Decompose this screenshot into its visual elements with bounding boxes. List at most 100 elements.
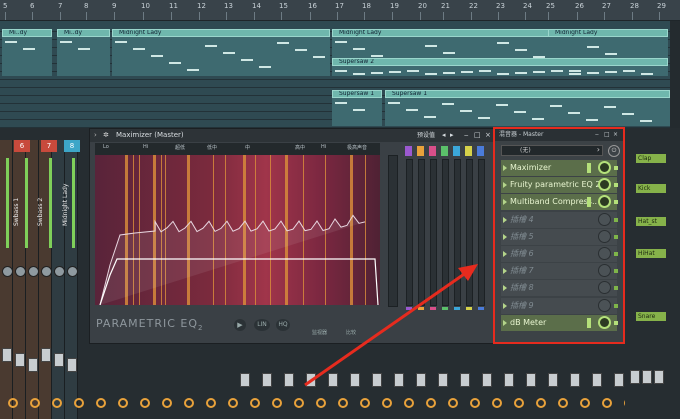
send-knob[interactable]	[184, 398, 194, 408]
slot-mix-knob[interactable]	[598, 212, 611, 226]
insert-label[interactable]: Hat_st	[636, 217, 666, 226]
playlist-clip[interactable]: Midnight Lady	[112, 29, 330, 37]
send-knob[interactable]	[382, 398, 392, 408]
channel-number[interactable]: 6	[14, 140, 30, 152]
volume-fader[interactable]	[642, 370, 652, 384]
send-knob[interactable]	[448, 398, 458, 408]
channel-number[interactable]: 8	[64, 140, 80, 152]
volume-fader[interactable]	[2, 348, 12, 362]
slot-mix-knob[interactable]	[598, 264, 611, 278]
band-slider-track[interactable]	[430, 159, 437, 306]
volume-fader[interactable]	[67, 358, 77, 372]
rack-titlebar[interactable]: 混音器 - Master ‒ □ ×	[495, 129, 623, 141]
pan-knob[interactable]	[67, 266, 78, 277]
send-knob[interactable]	[580, 398, 590, 408]
maximize-icon[interactable]: □	[604, 129, 610, 141]
playlist-clip[interactable]: Mi..dy	[57, 29, 110, 37]
expand-arrow-icon[interactable]	[503, 233, 507, 240]
volume-fader[interactable]	[350, 373, 360, 387]
slot-mix-knob[interactable]	[598, 247, 611, 260]
band-slider-track[interactable]	[406, 159, 413, 306]
rack-slot[interactable]: 插槽 9	[501, 297, 618, 314]
rack-slot[interactable]: Fruity parametric EQ 2	[501, 177, 618, 194]
rack-slot[interactable]: 插槽 4	[501, 211, 618, 228]
expand-arrow-icon[interactable]	[503, 251, 507, 257]
volume-fader[interactable]	[548, 373, 558, 387]
preset-select[interactable]: (无) ›	[501, 145, 603, 156]
rack-slot-name[interactable]: 插槽 9	[510, 298, 534, 314]
send-knob[interactable]	[272, 398, 282, 408]
send-knob[interactable]	[404, 398, 414, 408]
send-knob[interactable]	[206, 398, 216, 408]
monitor-label[interactable]: 监视器	[312, 329, 327, 336]
slot-enable-led[interactable]	[614, 269, 618, 274]
clip-body[interactable]	[332, 66, 668, 70]
power-icon[interactable]: ⏻	[608, 145, 620, 157]
hq-button[interactable]: HQ	[276, 319, 290, 331]
band-slider-track[interactable]	[442, 159, 449, 306]
send-knob[interactable]	[514, 398, 524, 408]
send-knob[interactable]	[162, 398, 172, 408]
slot-enable-led[interactable]	[614, 252, 618, 256]
rack-slot-name[interactable]: dB Meter	[510, 315, 546, 331]
slot-enable-led[interactable]	[614, 200, 618, 205]
minimize-icon[interactable]: ‒	[464, 129, 468, 142]
send-knob[interactable]	[8, 398, 18, 408]
preset-next-icon[interactable]: ▸	[450, 129, 454, 142]
send-knob[interactable]	[30, 398, 40, 408]
minimize-icon[interactable]: ‒	[595, 129, 599, 141]
volume-fader[interactable]	[438, 373, 448, 387]
send-knob[interactable]	[338, 398, 348, 408]
band-color-button[interactable]	[417, 146, 424, 156]
eq-spectrum-graph[interactable]	[95, 155, 380, 305]
channel-number[interactable]: 7	[41, 140, 57, 152]
insert-label[interactable]: Kick	[636, 184, 666, 193]
rack-slot[interactable]: 插槽 5	[501, 228, 618, 245]
insert-label[interactable]: Snare	[636, 312, 666, 321]
band-color-button[interactable]	[405, 146, 412, 156]
mix-level-bar[interactable]	[587, 317, 591, 328]
rack-slot-name[interactable]: 插槽 8	[510, 280, 534, 296]
slot-enable-led[interactable]	[614, 217, 618, 222]
send-knob[interactable]	[228, 398, 238, 408]
slot-mix-knob[interactable]	[598, 178, 611, 192]
rack-slot[interactable]: dB Meter	[501, 314, 618, 331]
send-knob[interactable]	[316, 398, 326, 408]
band-slider-track[interactable]	[454, 159, 461, 306]
pan-knob[interactable]	[54, 266, 65, 277]
maximize-icon[interactable]: □	[474, 129, 481, 142]
band-color-button[interactable]	[429, 146, 436, 156]
send-knob[interactable]	[536, 398, 546, 408]
rack-slot[interactable]: 插槽 8	[501, 280, 618, 297]
insert-label[interactable]: Clap	[636, 154, 666, 163]
pan-knob[interactable]	[28, 266, 39, 277]
expand-arrow-icon[interactable]	[503, 302, 507, 309]
rack-slot-name[interactable]: 插槽 6	[510, 246, 534, 262]
rack-slot-name[interactable]: Maximizer	[510, 160, 551, 176]
band-color-button[interactable]	[453, 146, 460, 156]
clip-body[interactable]	[112, 37, 330, 76]
slot-mix-knob[interactable]	[598, 298, 611, 312]
send-knob[interactable]	[74, 398, 84, 408]
gear-icon[interactable]: ✲	[103, 129, 109, 142]
gain-slider[interactable]	[388, 155, 398, 307]
volume-fader[interactable]	[482, 373, 492, 387]
slot-enable-led[interactable]	[614, 286, 618, 291]
timeline-ruler[interactable]: 5 6 7 8 9 10 11 12 13 14 15 16 17 18 19 20 21 22 23 24 25 26 2…	[0, 0, 680, 21]
rack-slot-name[interactable]: 插槽 4	[510, 212, 534, 228]
rack-slot[interactable]: Multiband Compress..	[501, 194, 618, 211]
send-knob[interactable]	[360, 398, 370, 408]
volume-fader[interactable]	[504, 373, 514, 387]
rack-slot-name[interactable]: 插槽 5	[510, 229, 534, 245]
volume-fader[interactable]	[262, 373, 272, 387]
volume-fader[interactable]	[284, 373, 294, 387]
playlist-clip[interactable]: Supersaw 1	[332, 90, 382, 98]
volume-fader[interactable]	[614, 373, 624, 387]
band-slider-track[interactable]	[418, 159, 425, 306]
maximizer-titlebar[interactable]: › ✲ Maximizer (Master) 预设值 ◂ ▸ ‒ □ ×	[90, 129, 495, 142]
insert-label[interactable]: HiHat	[636, 249, 666, 258]
expand-arrow-icon[interactable]	[503, 285, 507, 292]
volume-fader[interactable]	[41, 348, 51, 362]
close-icon[interactable]: ×	[613, 129, 618, 141]
send-knob[interactable]	[492, 398, 502, 408]
